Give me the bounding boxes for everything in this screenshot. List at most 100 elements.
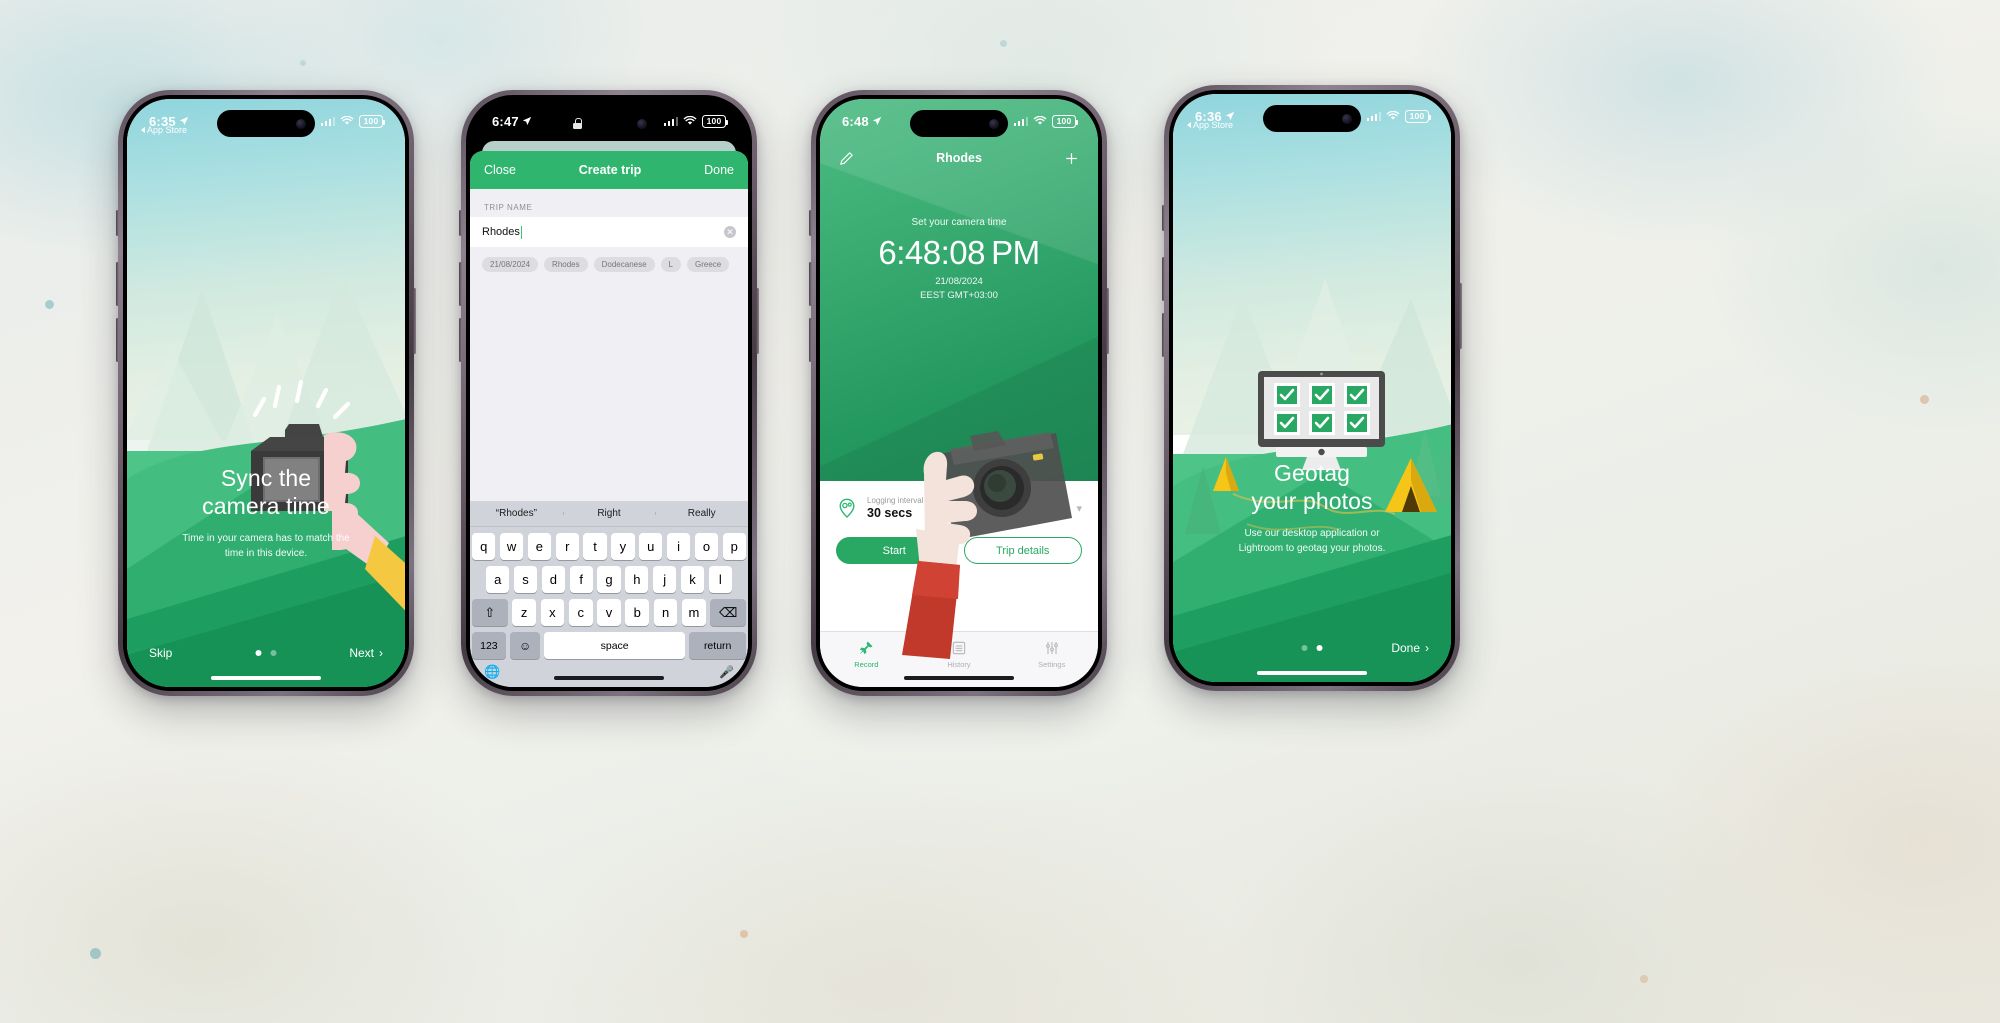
- create-trip-navbar: Close Create trip Done: [470, 151, 748, 189]
- microphone-icon[interactable]: 🎤: [719, 665, 734, 679]
- key-n[interactable]: n: [653, 599, 678, 626]
- phone-onboarding-geotag: Geotag your photos Use our desktop appli…: [1162, 85, 1462, 691]
- chip-letter[interactable]: L: [660, 257, 681, 272]
- key-s[interactable]: s: [513, 566, 538, 593]
- page-dot-2[interactable]: [1316, 645, 1323, 651]
- status-time: 6:47: [492, 113, 519, 129]
- keyboard-row-2: a s d f g h j k l: [470, 566, 748, 593]
- clear-text-icon[interactable]: ✕: [724, 226, 736, 238]
- backspace-icon[interactable]: ⌫: [710, 599, 746, 626]
- battery-indicator: 100: [702, 114, 728, 128]
- plus-icon[interactable]: [1063, 150, 1080, 167]
- globe-icon[interactable]: 🌐: [484, 664, 500, 680]
- home-indicator[interactable]: [904, 675, 1014, 680]
- key-g[interactable]: g: [597, 566, 621, 593]
- chip-date[interactable]: 21/08/2024: [482, 257, 539, 272]
- trip-name-field-row[interactable]: Rhodes ✕: [470, 217, 748, 247]
- screen-create-trip: Close Create trip Done TRIP NAME Rhodes …: [470, 99, 748, 687]
- chip-city[interactable]: Rhodes: [544, 257, 588, 272]
- location-arrow-icon: [872, 116, 881, 126]
- onboarding-title-line1: Geotag: [1273, 460, 1351, 486]
- text-caret: [520, 225, 523, 239]
- onboarding-footer-geotag: Done ›: [1173, 638, 1451, 658]
- status-time: 6:48: [842, 113, 869, 129]
- back-to-app-store-link[interactable]: App Store: [141, 125, 187, 135]
- keyboard-suggestion-bar: “Rhodes” Right Really: [470, 501, 748, 527]
- key-x[interactable]: x: [540, 599, 565, 626]
- key-e[interactable]: e: [527, 533, 552, 560]
- page-dot-1[interactable]: [1301, 645, 1308, 651]
- sheet-title: Create trip: [578, 163, 642, 177]
- screen-onboarding-sync: Sync the camera time Time in your camera…: [127, 99, 405, 687]
- page-dot-2[interactable]: [270, 650, 277, 656]
- paint-speck: [1000, 40, 1007, 47]
- done-button[interactable]: Done: [704, 163, 734, 177]
- key-m[interactable]: m: [681, 599, 706, 626]
- onboarding-title-line2: your photos: [1251, 488, 1373, 514]
- key-b[interactable]: b: [625, 599, 650, 626]
- phone-create-trip: Close Create trip Done TRIP NAME Rhodes …: [459, 90, 759, 696]
- home-indicator[interactable]: [554, 675, 664, 680]
- back-to-app-store-link[interactable]: App Store: [1187, 120, 1233, 130]
- illustration-sync-camera: [127, 99, 405, 687]
- key-u[interactable]: u: [639, 533, 663, 560]
- illustration-geotag-desktop: [1173, 94, 1451, 682]
- close-button[interactable]: Close: [484, 163, 516, 177]
- onboarding-title-line1: Sync the: [220, 465, 312, 491]
- key-k[interactable]: k: [680, 566, 705, 593]
- chevron-right-icon: ›: [379, 646, 383, 660]
- key-z[interactable]: z: [512, 599, 536, 626]
- pencil-edit-icon[interactable]: [838, 150, 855, 167]
- camera-time-caption: Set your camera time: [911, 217, 1007, 228]
- paint-speck: [45, 300, 54, 309]
- key-j[interactable]: j: [652, 566, 677, 593]
- battery-indicator: 100: [1052, 114, 1078, 128]
- key-q[interactable]: q: [472, 533, 496, 560]
- camera-time-block: Set your camera time 6:48:08 PM 21/08/20…: [820, 217, 1098, 303]
- key-t[interactable]: t: [583, 533, 607, 560]
- suggestion-3[interactable]: Really: [655, 508, 748, 519]
- key-w[interactable]: w: [499, 533, 524, 560]
- key-c[interactable]: c: [568, 599, 593, 626]
- battery-indicator: 100: [1405, 109, 1431, 123]
- onboarding-subtitle-line1: Time in your camera has to match the: [182, 533, 350, 544]
- phone-onboarding-sync: Sync the camera time Time in your camera…: [116, 90, 416, 696]
- trip-name-input[interactable]: Rhodes: [482, 225, 523, 239]
- key-a[interactable]: a: [486, 566, 510, 593]
- skip-button[interactable]: Skip: [149, 646, 172, 660]
- emoji-smiley-icon[interactable]: ☺: [510, 632, 540, 659]
- done-button[interactable]: Done ›: [1391, 641, 1429, 655]
- keyboard-bottom-row: 🌐 🎤: [470, 659, 748, 685]
- back-link-label: App Store: [147, 125, 188, 135]
- cellular-signal-icon: [320, 116, 335, 126]
- home-indicator[interactable]: [211, 675, 321, 680]
- key-p[interactable]: p: [722, 533, 746, 560]
- page-dots: [1301, 645, 1323, 651]
- chip-country[interactable]: Greece: [687, 257, 730, 272]
- suggestion-2[interactable]: Right: [562, 508, 656, 519]
- key-r[interactable]: r: [555, 533, 579, 560]
- key-h[interactable]: h: [625, 566, 649, 593]
- next-button[interactable]: Next ›: [349, 646, 383, 660]
- onboarding-subtitle-line2: Lightroom to geotag your photos.: [1238, 542, 1386, 554]
- page-dot-1[interactable]: [255, 650, 262, 656]
- key-y[interactable]: y: [611, 533, 635, 560]
- onboarding-footer-sync: Skip Next ›: [127, 643, 405, 663]
- wifi-icon: [1386, 111, 1400, 120]
- page-title: Rhodes: [936, 151, 982, 165]
- key-v[interactable]: v: [597, 599, 621, 626]
- chip-region[interactable]: Dodecanese: [593, 257, 655, 272]
- key-f[interactable]: f: [569, 566, 593, 593]
- space-key[interactable]: space: [544, 632, 685, 659]
- cellular-signal-icon: [663, 116, 678, 126]
- numbers-key[interactable]: 123: [472, 632, 506, 659]
- camera-date: 21/08/2024: [935, 276, 983, 287]
- key-l[interactable]: l: [708, 566, 732, 593]
- key-o[interactable]: o: [694, 533, 719, 560]
- return-key[interactable]: return: [689, 632, 746, 659]
- home-indicator[interactable]: [1257, 670, 1367, 675]
- suggestion-1[interactable]: “Rhodes”: [470, 508, 563, 519]
- key-i[interactable]: i: [666, 533, 691, 560]
- shift-up-icon[interactable]: ⇧: [472, 599, 508, 626]
- key-d[interactable]: d: [541, 566, 565, 593]
